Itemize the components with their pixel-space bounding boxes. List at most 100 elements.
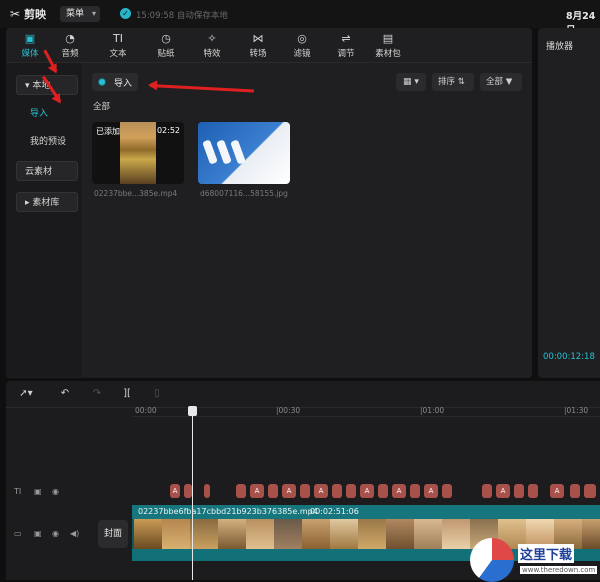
redo-icon[interactable]: ↷ [90, 386, 104, 402]
video-clip-duration: 00:02:51:06 [310, 507, 359, 516]
text-clip[interactable]: A [170, 484, 180, 498]
text-clip[interactable] [300, 484, 310, 498]
playhead[interactable] [192, 408, 193, 580]
sidebar-item-my-presets[interactable]: 我的预设 [22, 132, 86, 152]
transition-icon: ⋈ [252, 32, 264, 45]
cover-button[interactable]: 封面 [98, 520, 128, 548]
text-clip[interactable] [378, 484, 388, 498]
time-ruler [132, 416, 600, 417]
tab-sticker[interactable]: ◷ 贴纸 [146, 28, 186, 62]
text-clip[interactable]: A [496, 484, 510, 498]
tab-filter[interactable]: ◎ 滤镜 [282, 28, 322, 62]
watermark-text: 这里下载 [518, 544, 575, 563]
text-clip[interactable] [482, 484, 492, 498]
split-icon[interactable]: ][ [120, 386, 134, 402]
tab-adjust[interactable]: ⇌ 调节 [326, 28, 366, 62]
text-clip[interactable] [268, 484, 278, 498]
video-frame [358, 519, 386, 549]
watermark-logo [470, 538, 514, 582]
text-clip[interactable]: A [314, 484, 328, 498]
video-duration: 02:52 [156, 126, 180, 135]
text-clip[interactable]: A [282, 484, 296, 498]
media-icon: ▣ [24, 32, 36, 45]
text-clip[interactable] [514, 484, 524, 498]
text-icon: TI [113, 32, 123, 45]
sort-button[interactable]: 排序 ⇅ [432, 73, 474, 91]
undo-icon[interactable]: ↶ [58, 386, 72, 402]
text-clip[interactable] [184, 484, 192, 498]
tab-transition[interactable]: ⋈ 转场 [238, 28, 278, 62]
text-track-label: TI [14, 487, 22, 496]
media-item-image[interactable] [198, 122, 290, 184]
autosave-status: 15:09:58 自动保存本地 [136, 11, 228, 21]
tab-media[interactable]: ▣ 媒体 [10, 28, 50, 62]
eye-icon[interactable]: ◉ [52, 529, 59, 538]
text-clip[interactable] [204, 484, 210, 498]
sidebar-item-cloud[interactable]: 云素材 [16, 161, 78, 181]
ruler-tick-label: |01:30 [564, 406, 589, 415]
speaker-icon[interactable]: ◀) [70, 529, 79, 538]
text-clip[interactable]: A [550, 484, 564, 498]
added-badge: 已添加 [96, 127, 120, 136]
package-icon: ▤ [382, 32, 394, 45]
import-icon [98, 78, 106, 86]
saved-check-icon: ✓ [120, 8, 131, 19]
player-timecode: 00:00:12:18 [543, 352, 595, 362]
menu-label: 菜单 [66, 9, 85, 19]
text-clip[interactable]: A [360, 484, 374, 498]
ruler-tick-label: 00:00 [135, 406, 157, 415]
section-label-all: 全部 [93, 102, 111, 112]
text-clip[interactable] [332, 484, 342, 498]
video-frame [218, 519, 246, 549]
video-frame [582, 519, 600, 549]
ruler-tick-label: |01:00 [420, 406, 445, 415]
audio-icon: ◔ [65, 32, 75, 45]
text-clip[interactable]: A [392, 484, 406, 498]
text-clip[interactable] [584, 484, 596, 498]
sidebar-item-library[interactable]: ▸ 素材库 [16, 192, 78, 212]
text-clip[interactable] [410, 484, 420, 498]
watermark-url: www.theredown.com [520, 566, 598, 574]
text-clip[interactable] [528, 484, 538, 498]
media-sidebar: ▾ 本地 导入 我的预设 云素材 ▸ 素材库 [6, 63, 82, 377]
menu-button[interactable]: 菜单 ▾ [60, 6, 100, 22]
video-frame [246, 519, 274, 549]
text-clip[interactable] [570, 484, 580, 498]
lock-icon[interactable]: ▣ [34, 529, 42, 538]
tab-package[interactable]: ▤ 素材包 [368, 28, 408, 62]
tab-effects[interactable]: ✧ 特效 [192, 28, 232, 62]
text-clip[interactable]: A [250, 484, 264, 498]
text-clip[interactable]: A [424, 484, 438, 498]
video-frame [386, 519, 414, 549]
text-clip[interactable] [442, 484, 452, 498]
tab-text[interactable]: TI 文本 [98, 28, 138, 62]
video-frame [302, 519, 330, 549]
sidebar-item-import[interactable]: 导入 [22, 104, 84, 124]
view-mode-button[interactable]: ▦ ▾ [396, 73, 426, 91]
media-item-video[interactable]: 已添加 02:52 [92, 122, 184, 184]
player-title: 播放器 [546, 42, 574, 52]
delete-icon[interactable]: ▯ [150, 386, 164, 402]
lock-icon[interactable]: ▣ [34, 487, 42, 496]
filter-icon: ◎ [297, 32, 307, 45]
funnel-icon: ▼ [503, 77, 513, 87]
import-button[interactable]: 导入 [92, 73, 138, 91]
text-clip[interactable] [346, 484, 356, 498]
chevron-down-icon: ▾ [91, 9, 96, 18]
video-frame [162, 519, 190, 549]
ruler-tick-label: |00:30 [276, 406, 301, 415]
tab-audio[interactable]: ◔ 音频 [50, 28, 90, 62]
filter-all-button[interactable]: 全部 ▼ [480, 73, 522, 91]
video-frame [442, 519, 470, 549]
select-tool-icon[interactable]: ➚▾ [12, 386, 40, 402]
tab-bar: ▣ 媒体 ◔ 音频 TI 文本 ◷ 贴纸 ✧ 特效 ⋈ 转场 ◎ 滤镜 ⇌ 调节 ▤ 素材包 [6, 28, 532, 63]
text-clip[interactable] [236, 484, 246, 498]
media-filename: d68007116...58155.jpg [200, 189, 288, 198]
video-frame [330, 519, 358, 549]
media-filename: 02237bbe...385e.mp4 [94, 189, 178, 198]
eye-icon[interactable]: ◉ [52, 487, 59, 496]
video-track-icon: ▭ [14, 529, 22, 538]
playhead-handle[interactable] [188, 406, 197, 416]
grid-view-icon: ▦ ▾ [403, 77, 419, 87]
sort-icon: ⇅ [455, 77, 465, 87]
